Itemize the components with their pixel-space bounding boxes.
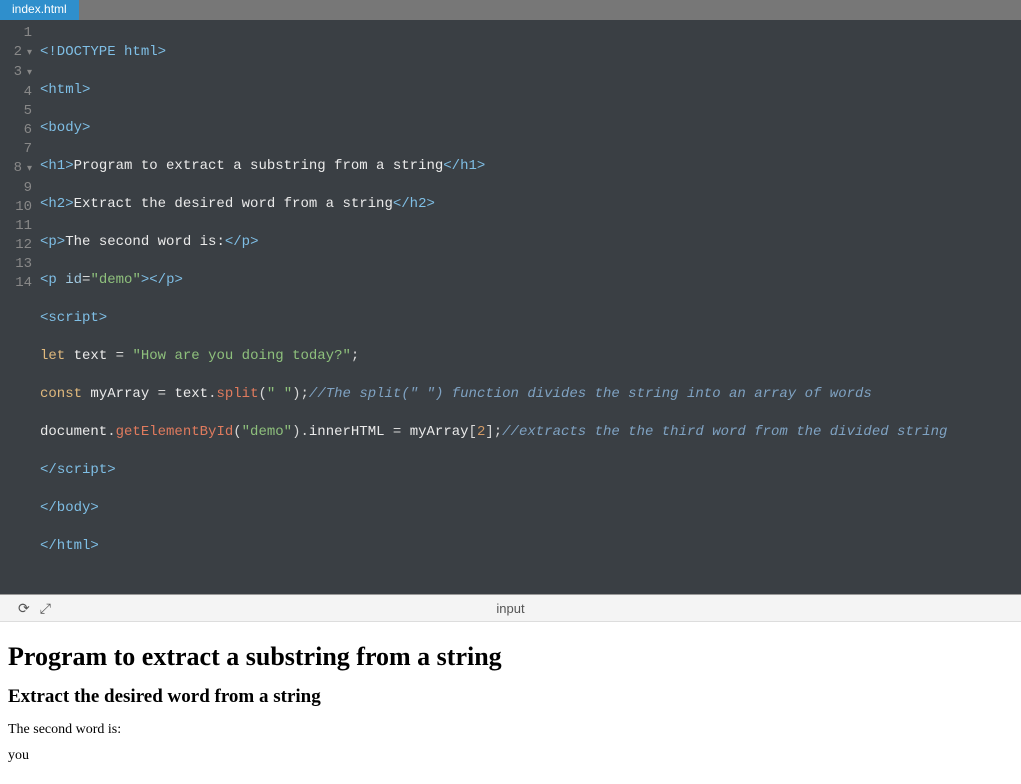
code-content[interactable]: <!DOCTYPE html> <html> <body> <h1>Progra…: [40, 24, 1021, 594]
expand-icon[interactable]: ⤢: [40, 600, 51, 617]
line-number: 8▾: [0, 159, 32, 179]
line-number: 2▾: [0, 43, 32, 63]
line-number: 11: [0, 217, 32, 236]
preview-p-label: The second word is:: [8, 722, 1013, 738]
editor-pane: index.html 1 2▾ 3▾ 4 5 6 7 8▾ 9 10 11 12…: [0, 0, 1021, 594]
line-number: 5: [0, 102, 32, 121]
fold-arrow-icon[interactable]: ▾: [24, 160, 32, 179]
line-number: 3▾: [0, 63, 32, 83]
line-number: 9: [0, 179, 32, 198]
preview-h2: Extract the desired word from a string: [8, 686, 1013, 708]
line-number: 12: [0, 236, 32, 255]
fold-arrow-icon[interactable]: ▾: [24, 64, 32, 83]
tab-index-html[interactable]: index.html: [0, 0, 79, 20]
line-number: 1: [0, 24, 32, 43]
preview-h1: Program to extract a substring from a st…: [8, 642, 1013, 672]
line-number: 10: [0, 198, 32, 217]
line-number: 14: [0, 274, 32, 293]
line-number: 4: [0, 83, 32, 102]
fold-arrow-icon[interactable]: ▾: [24, 44, 32, 63]
line-number-gutter: 1 2▾ 3▾ 4 5 6 7 8▾ 9 10 11 12 13 14: [0, 24, 40, 594]
code-area[interactable]: 1 2▾ 3▾ 4 5 6 7 8▾ 9 10 11 12 13 14 <!DO…: [0, 20, 1021, 594]
line-number: 7: [0, 140, 32, 159]
line-number: 6: [0, 121, 32, 140]
output-title: input: [496, 601, 524, 616]
line-number: 13: [0, 255, 32, 274]
panes-divider[interactable]: ⟳ ⤢ input: [0, 594, 1021, 622]
reload-icon[interactable]: ⟳: [18, 600, 30, 617]
tab-bar: index.html: [0, 0, 1021, 20]
preview-p-result: you: [8, 748, 1013, 764]
preview-pane: Program to extract a substring from a st…: [0, 622, 1021, 784]
